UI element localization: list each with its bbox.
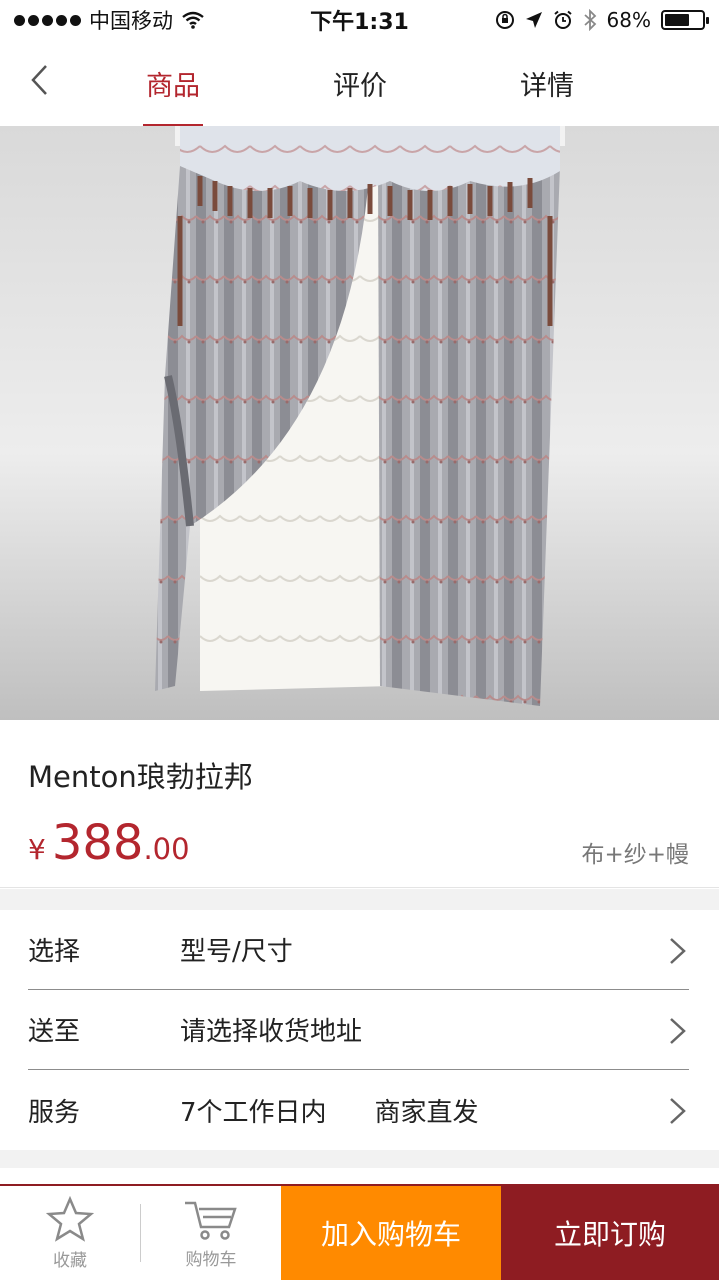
option-value-secondary: 商家直发	[374, 1097, 479, 1128]
tab-reviews[interactable]: 评价	[330, 40, 390, 126]
tab-details[interactable]: 详情	[517, 40, 577, 126]
section-gap	[0, 1150, 719, 1168]
option-label: 送至	[28, 1017, 81, 1047]
section-gap	[0, 889, 719, 910]
option-value: 7个工作日内	[180, 1097, 327, 1128]
options-list: 选择 型号/尺寸 送至 请选择收货地址 服务 7个工作日内 商家直发	[0, 910, 719, 1150]
header-nav: 商品 评价 详情	[0, 40, 719, 126]
alarm-icon	[553, 10, 572, 29]
product-info: Menton琅勃拉邦 ¥ 388 .00 布+纱+幔	[0, 720, 719, 888]
battery-percent: 68%	[606, 8, 651, 32]
cart-icon	[185, 1201, 237, 1240]
bluetooth-icon	[583, 9, 596, 31]
product-image[interactable]	[0, 126, 719, 720]
chevron-right-icon	[670, 1018, 686, 1044]
buy-now-button[interactable]: 立即订购	[501, 1186, 719, 1280]
curtain-product-photo	[155, 126, 565, 706]
product-name: Menton琅勃拉邦	[28, 760, 253, 794]
price-decimal: .00	[143, 832, 190, 866]
wifi-icon	[182, 11, 204, 29]
tab-product[interactable]: 商品	[143, 40, 203, 126]
cart-label: 购物车	[185, 1249, 237, 1270]
chevron-left-icon	[31, 65, 47, 95]
option-value: 请选择收货地址	[180, 1017, 363, 1047]
product-variant: 布+纱+幔	[581, 842, 689, 868]
cart-button[interactable]: 购物车	[141, 1186, 281, 1280]
chevron-right-icon	[670, 938, 686, 964]
option-service[interactable]: 服务 7个工作日内 商家直发	[28, 1070, 689, 1150]
option-select-size[interactable]: 选择 型号/尺寸	[28, 910, 689, 990]
favorite-button[interactable]: 收藏	[0, 1186, 140, 1280]
bottom-action-bar: 收藏 购物车 加入购物车 立即订购	[0, 1184, 719, 1280]
product-price: ¥ 388 .00	[28, 815, 190, 871]
option-label: 选择	[28, 937, 81, 967]
orientation-lock-icon	[495, 11, 514, 29]
signal-icon	[14, 14, 81, 26]
status-bar: 中国移动 下午1:31 68%	[0, 0, 719, 40]
chevron-right-icon	[670, 1098, 686, 1124]
option-value: 型号/尺寸	[180, 937, 293, 967]
favorite-label: 收藏	[53, 1250, 87, 1271]
back-button[interactable]	[20, 60, 60, 100]
status-right: 68%	[495, 8, 709, 32]
status-left: 中国移动	[14, 5, 495, 35]
battery-fill	[665, 14, 690, 26]
option-label: 服务	[28, 1097, 81, 1128]
star-icon	[46, 1195, 94, 1242]
carrier-name: 中国移动	[89, 9, 173, 33]
price-currency: ¥	[28, 833, 46, 866]
price-integer: 388	[51, 815, 144, 871]
location-arrow-icon	[525, 12, 542, 28]
option-ship-to[interactable]: 送至 请选择收货地址	[28, 990, 689, 1070]
battery-icon	[661, 10, 709, 30]
add-to-cart-button[interactable]: 加入购物车	[281, 1186, 501, 1280]
